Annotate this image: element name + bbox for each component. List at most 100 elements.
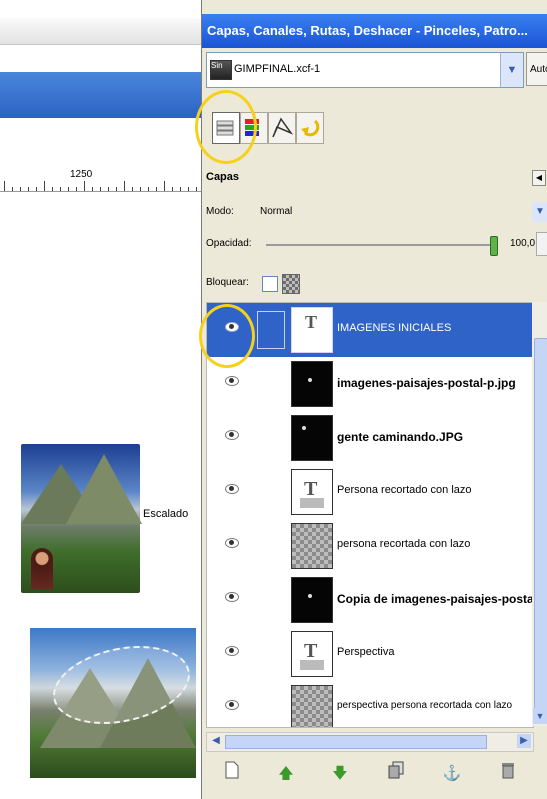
- scaled-landscape-image: [21, 444, 142, 593]
- ruler-tick: [4, 181, 5, 191]
- opacity-label: Opacidad:: [206, 238, 252, 249]
- scrollbar-thumb[interactable]: [225, 735, 487, 749]
- auto-button[interactable]: Auto: [526, 52, 547, 86]
- list-item[interactable]: T Perspectiva: [207, 627, 533, 681]
- ruler-tick: [108, 187, 109, 191]
- eye-icon[interactable]: [225, 430, 239, 440]
- mode-label: Modo:: [206, 206, 234, 217]
- layer-name: Copia de imagenes-paisajes-posta: [337, 592, 534, 606]
- ruler-tick: [196, 187, 197, 191]
- perspective-landscape-image: [30, 628, 198, 778]
- new-layer-icon[interactable]: [218, 760, 246, 788]
- eye-icon[interactable]: [225, 646, 239, 656]
- undo-tab-icon[interactable]: [296, 112, 324, 144]
- layer-name: perspectiva persona recortada con lazo: [337, 700, 513, 711]
- image-thumbnail: Sin: [210, 60, 232, 80]
- list-item[interactable]: T IMAGENES INICIALES: [207, 303, 533, 357]
- ruler-tick: [188, 187, 189, 191]
- chevron-left-icon[interactable]: ◀: [209, 734, 223, 748]
- eye-icon[interactable]: [225, 700, 239, 710]
- image-canvas-area: 1250 Escalado: [0, 0, 201, 799]
- list-item[interactable]: gente caminando.JPG: [207, 411, 533, 465]
- lock-label: Bloquear:: [206, 277, 249, 288]
- eye-highlight-circle: [199, 304, 255, 368]
- ruler-tick: [156, 187, 157, 191]
- ruler-tick: [12, 187, 13, 191]
- person-figure: [31, 548, 53, 590]
- ruler-tick: [100, 187, 101, 191]
- image-selector[interactable]: Sin GIMPFINAL.xcf-1 ▼: [206, 52, 524, 88]
- layer-name: Perspectiva: [337, 646, 395, 658]
- chevron-down-icon[interactable]: ▼: [533, 708, 547, 724]
- canvas-menubar: [0, 18, 201, 45]
- escalado-caption: Escalado: [143, 508, 189, 520]
- ruler-tick: [140, 187, 141, 191]
- ruler-tick: [44, 181, 45, 191]
- eye-icon[interactable]: [225, 592, 239, 602]
- ruler-tick: [172, 187, 173, 191]
- layer-thumbnail: [291, 415, 333, 461]
- list-item[interactable]: Copia de imagenes-paisajes-posta: [207, 573, 533, 627]
- ruler-tick: [164, 181, 165, 191]
- layer-thumbnail: [291, 361, 333, 407]
- lower-layer-icon[interactable]: 🡇: [326, 760, 354, 788]
- paths-tab-icon[interactable]: [268, 112, 296, 144]
- chevron-right-icon[interactable]: ▶: [517, 734, 531, 748]
- layer-name: persona recortada con lazo: [337, 538, 471, 550]
- panel-title: Capas: [206, 171, 240, 183]
- ruler-tick: [180, 187, 181, 191]
- list-item[interactable]: perspectiva persona recortada con lazo: [207, 681, 533, 727]
- ruler-tick: [116, 187, 117, 191]
- mode-select[interactable]: Normal: [260, 206, 292, 217]
- lock-pixels-checkbox[interactable]: [262, 276, 278, 292]
- ruler-tick: [68, 187, 69, 191]
- ruler-tick: [28, 187, 29, 191]
- scrollbar-thumb[interactable]: [534, 338, 547, 710]
- eye-icon[interactable]: [225, 538, 239, 548]
- lock-alpha-icon[interactable]: [282, 274, 300, 294]
- chevron-down-icon[interactable]: ▼: [532, 202, 547, 222]
- layer-thumbnail: T: [291, 469, 333, 515]
- list-item[interactable]: T Persona recortado con lazo: [207, 465, 533, 519]
- anchor-layer-icon[interactable]: ⚓: [438, 760, 466, 788]
- layers-vertical-scrollbar[interactable]: ▼: [532, 302, 547, 726]
- opacity-value[interactable]: 100,0: [510, 238, 535, 249]
- layers-bottom-toolbar: 🡅 🡇 ⚓: [206, 756, 546, 792]
- ruler-tick: [84, 181, 85, 191]
- layer-thumbnail: T: [291, 631, 333, 677]
- chevron-down-icon[interactable]: ▼: [500, 53, 523, 87]
- list-item[interactable]: persona recortada con lazo: [207, 519, 533, 573]
- ruler-tick: [92, 187, 93, 191]
- eye-icon[interactable]: [225, 376, 239, 386]
- dock-title: Capas, Canales, Rutas, Deshacer - Pincel…: [207, 23, 528, 38]
- delete-layer-icon[interactable]: [494, 760, 522, 788]
- list-item[interactable]: imagenes-paisajes-postal-p.jpg: [207, 357, 533, 411]
- ruler-tick: [76, 187, 77, 191]
- layers-horizontal-scrollbar[interactable]: ◀ ▶: [206, 732, 534, 752]
- chain-toggle[interactable]: [257, 311, 285, 349]
- layer-name: Persona recortado con lazo: [337, 484, 472, 496]
- panel-menu-button[interactable]: ◀: [532, 170, 546, 186]
- layer-thumbnail: [291, 523, 333, 569]
- tab-highlight-circle: [195, 90, 257, 164]
- image-selector-value: GIMPFINAL.xcf-1: [234, 63, 321, 75]
- ruler-tick: [36, 187, 37, 191]
- layer-name: imagenes-paisajes-postal-p.jpg: [337, 376, 516, 390]
- opacity-slider[interactable]: [266, 244, 490, 246]
- raise-layer-icon[interactable]: 🡅: [272, 760, 300, 788]
- layer-thumbnail: [291, 685, 333, 727]
- dock-titlebar[interactable]: Capas, Canales, Rutas, Deshacer - Pincel…: [202, 14, 547, 48]
- ruler-tick: [148, 187, 149, 191]
- ruler-tick: [20, 187, 21, 191]
- layer-name: IMAGENES INICIALES: [337, 322, 452, 334]
- opacity-spinner[interactable]: [536, 232, 547, 256]
- canvas-titlebar: [0, 72, 201, 118]
- layer-name: gente caminando.JPG: [337, 430, 464, 444]
- layer-thumbnail: [291, 577, 333, 623]
- eye-icon[interactable]: [225, 484, 239, 494]
- duplicate-layer-icon[interactable]: [382, 760, 410, 788]
- opacity-slider-handle[interactable]: [490, 236, 498, 256]
- ruler-tick: [52, 187, 53, 191]
- ruler-tick: [124, 181, 125, 191]
- ruler-number: 1250: [70, 169, 93, 180]
